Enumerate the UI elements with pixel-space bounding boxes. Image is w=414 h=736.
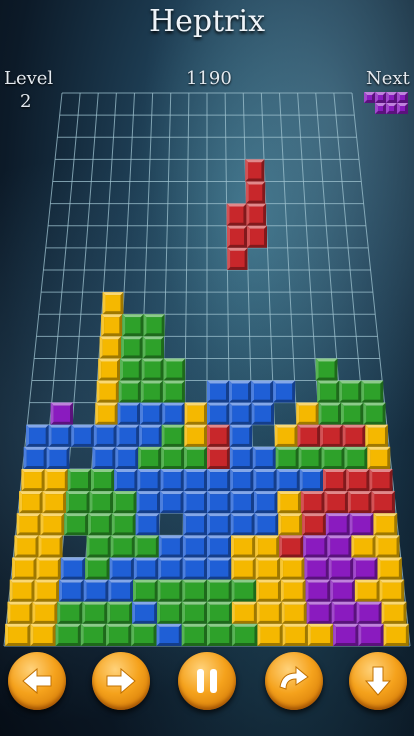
- rotate-button[interactable]: [265, 652, 323, 710]
- space-background: [0, 0, 414, 736]
- move-right-button[interactable]: [92, 652, 150, 710]
- arrow-right-icon: [106, 667, 136, 695]
- next-piece-block: [397, 103, 408, 114]
- drop-button[interactable]: [349, 652, 407, 710]
- level-label: Level: [4, 68, 54, 89]
- next-piece-preview: [364, 92, 408, 114]
- rotate-icon: [279, 665, 309, 690]
- next-piece-block: [386, 103, 397, 114]
- control-bar: [0, 652, 414, 722]
- arrow-left-icon: [22, 667, 52, 695]
- next-label: Next: [366, 68, 410, 89]
- score-value: 1190: [186, 68, 232, 89]
- move-left-button[interactable]: [8, 652, 66, 710]
- pause-button[interactable]: [178, 652, 236, 710]
- game-title: Heptrix: [148, 4, 266, 39]
- next-piece-block: [375, 92, 386, 103]
- pause-icon: [197, 669, 217, 693]
- next-piece-block: [386, 92, 397, 103]
- next-piece-block: [375, 103, 386, 114]
- next-piece-block: [364, 92, 375, 103]
- level-value: 2: [20, 91, 32, 112]
- next-piece-block: [397, 92, 408, 103]
- arrow-down-icon: [364, 666, 392, 696]
